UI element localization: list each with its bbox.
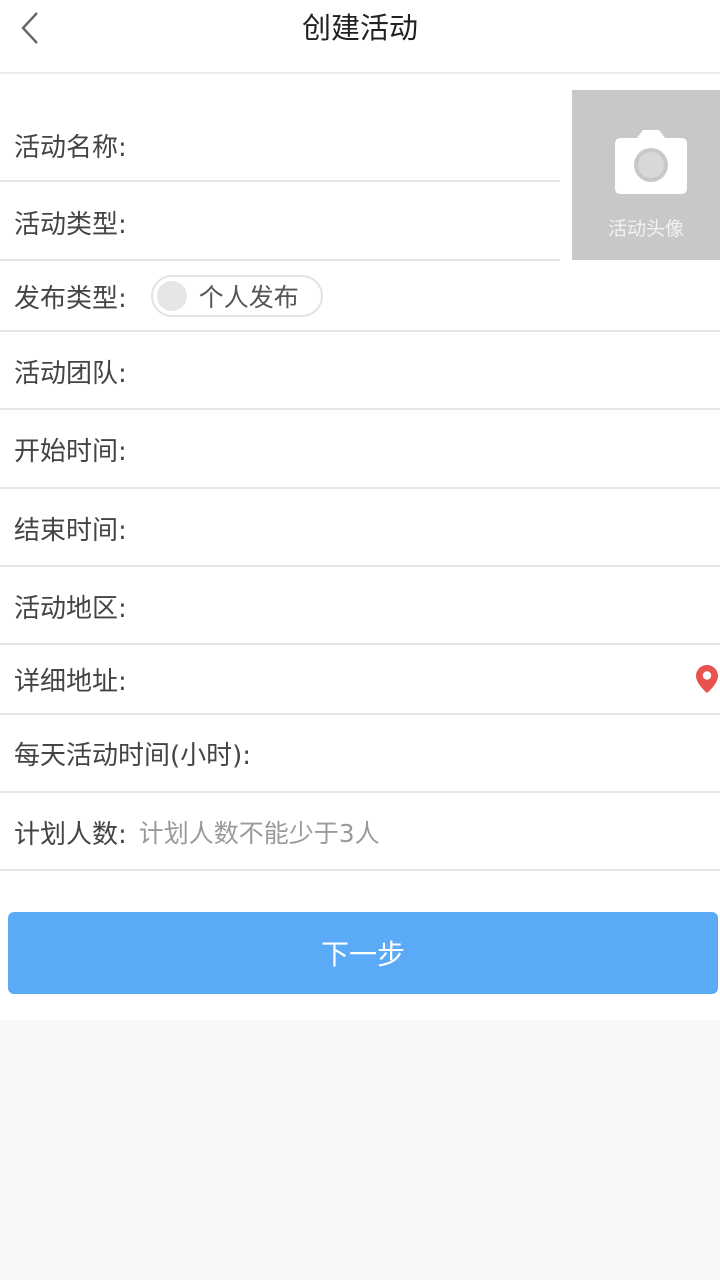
publish-type-toggle[interactable]: 个人发布 <box>150 275 323 317</box>
page-title: 创建活动 <box>301 11 418 45</box>
divider <box>0 180 560 182</box>
activity-region-row[interactable]: 活动地区: <box>0 567 720 645</box>
start-time-picker[interactable] <box>127 410 720 488</box>
daily-hours-input[interactable] <box>251 715 720 791</box>
start-time-label: 开始时间: <box>14 436 127 467</box>
activity-name-input[interactable] <box>127 108 560 182</box>
activity-team-label: 活动团队: <box>14 358 127 389</box>
toggle-knob <box>156 281 187 311</box>
end-time-picker[interactable] <box>127 489 720 567</box>
activity-name-label: 活动名称: <box>14 132 127 163</box>
activity-type-row[interactable]: 活动类型: <box>0 184 560 260</box>
top-bar: 创建活动 <box>0 0 720 74</box>
end-time-row[interactable]: 结束时间: <box>0 489 720 567</box>
avatar-label: 活动头像 <box>607 218 684 240</box>
end-time-label: 结束时间: <box>14 515 127 546</box>
detail-address-label: 详细地址: <box>14 666 127 697</box>
divider <box>0 869 720 871</box>
daily-hours-label: 每天活动时间(小时): <box>14 740 252 771</box>
publish-type-toggle-label: 个人发布 <box>198 283 299 312</box>
create-activity-form: 活动头像 活动名称: 活动类型: 发布类型: 个人发布 活动团队: 开始时间: … <box>0 74 720 1020</box>
camera-icon <box>615 130 687 194</box>
activity-name-row[interactable]: 活动名称: <box>0 108 560 182</box>
detail-address-input[interactable] <box>127 645 720 713</box>
activity-type-select[interactable] <box>127 184 560 260</box>
next-step-button[interactable]: 下一步 <box>8 912 718 994</box>
divider <box>0 259 560 261</box>
publish-type-row: 发布类型: 个人发布 <box>0 262 720 330</box>
publish-type-label: 发布类型: <box>14 283 127 314</box>
activity-team-row[interactable]: 活动团队: <box>0 332 720 410</box>
activity-type-label: 活动类型: <box>14 209 127 240</box>
planned-count-row[interactable]: 计划人数: 计划人数不能少于3人 <box>0 793 720 871</box>
location-pin-icon[interactable] <box>696 665 718 693</box>
planned-count-label: 计划人数: <box>14 819 127 850</box>
planned-count-input[interactable]: 计划人数不能少于3人 <box>127 814 380 850</box>
start-time-row[interactable]: 开始时间: <box>0 410 720 488</box>
activity-region-select[interactable] <box>127 567 720 645</box>
daily-hours-row[interactable]: 每天活动时间(小时): <box>0 715 720 791</box>
detail-address-row[interactable]: 详细地址: <box>0 645 720 713</box>
activity-team-select[interactable] <box>127 332 720 410</box>
activity-avatar-picker[interactable]: 活动头像 <box>572 90 720 260</box>
activity-region-label: 活动地区: <box>14 593 127 624</box>
